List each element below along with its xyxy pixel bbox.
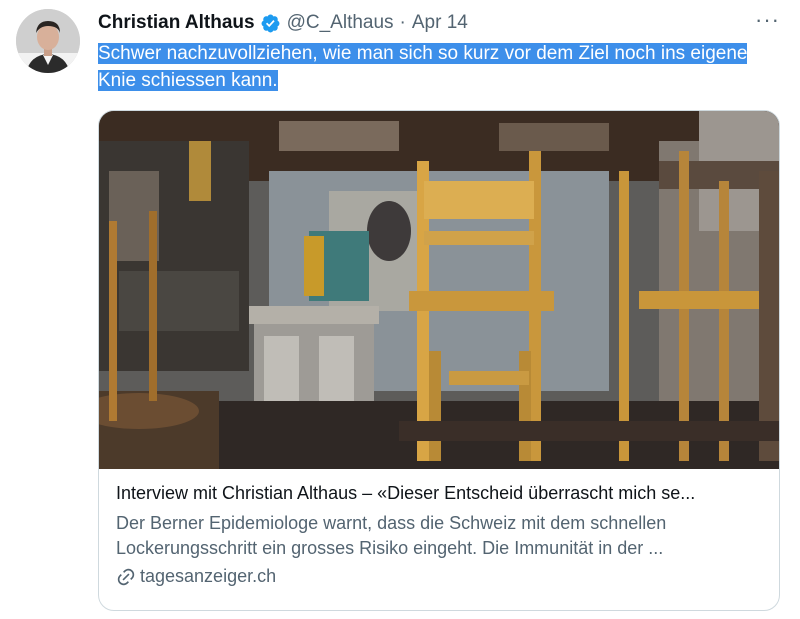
tweet-text: Schwer nachzuvollziehen, wie man sich so…	[98, 40, 788, 94]
card-domain-text: tagesanzeiger.ch	[140, 566, 277, 586]
card-body: Interview mit Christian Althaus – «Diese…	[116, 481, 765, 587]
tweet-text-line-2: Knie schiessen kann.	[98, 70, 278, 91]
author-name[interactable]: Christian Althaus	[98, 12, 255, 34]
tweet-text-line-1: Schwer nachzuvollziehen, wie man sich so…	[98, 43, 748, 64]
author-handle[interactable]: @C_Althaus	[287, 12, 394, 34]
link-icon	[117, 568, 135, 585]
card-image[interactable]	[99, 111, 780, 469]
card-description: Der Berner Epidemiologe warnt, dass die …	[116, 513, 667, 558]
card-title[interactable]: Interview mit Christian Althaus – «Diese…	[116, 481, 756, 505]
tweet-header: Christian Althaus @C_Althaus · Apr 14 ··…	[98, 7, 780, 35]
more-options-icon[interactable]: ···	[755, 7, 780, 33]
link-card[interactable]: Interview mit Christian Althaus – «Diese…	[98, 110, 780, 611]
separator-dot: ·	[399, 12, 406, 33]
avatar[interactable]	[16, 9, 80, 73]
card-domain[interactable]: tagesanzeiger.ch	[116, 566, 765, 587]
verified-badge-icon	[261, 14, 280, 32]
tweet-date[interactable]: Apr 14	[412, 12, 468, 34]
